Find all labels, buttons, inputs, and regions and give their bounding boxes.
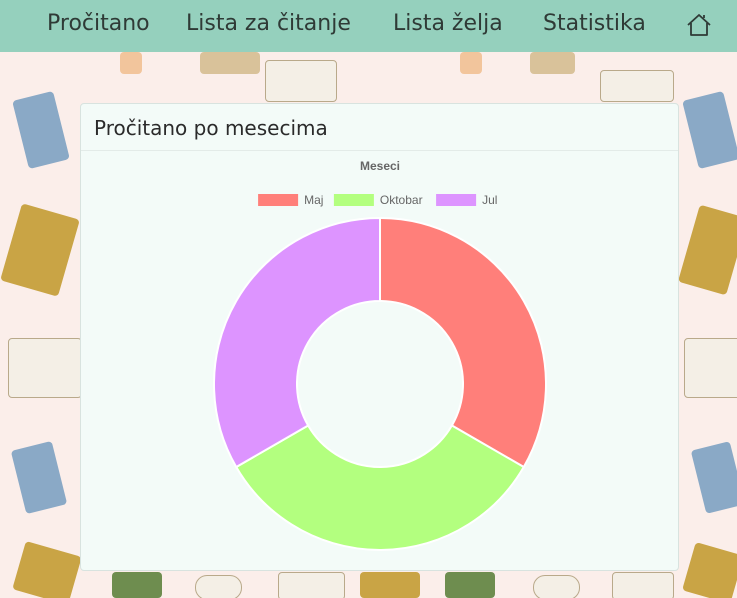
monthly-read-card: Pročitano po mesecima Meseci Maj Oktobar Ju…: [80, 103, 679, 571]
doughnut-slice-maj[interactable]: [379, 216, 547, 469]
legend-label: Oktobar: [380, 193, 423, 207]
doughnut-chart-area: Meseci Maj Oktobar Jul: [81, 151, 678, 570]
legend-item[interactable]: Oktobar: [333, 193, 423, 207]
chart-title: Meseci: [360, 159, 400, 173]
legend-swatch: [333, 194, 374, 206]
doughnut-slice-oktobar[interactable]: [234, 424, 526, 551]
nav-item-statistika[interactable]: Statistika: [543, 11, 646, 36]
nav-item-lista-zelja[interactable]: Lista želja: [393, 11, 503, 36]
doughnut-slice-jul[interactable]: [213, 216, 381, 469]
legend-label: Maj: [304, 193, 323, 207]
doughnut-chart: Meseci Maj Oktobar Jul: [213, 159, 547, 551]
nav-item-procitano[interactable]: Pročitano: [47, 11, 150, 36]
legend-swatch: [258, 194, 299, 206]
card-title: Pročitano po mesecima: [81, 104, 678, 151]
legend-label: Jul: [482, 193, 497, 207]
legend-item[interactable]: Maj: [258, 193, 323, 207]
legend-swatch: [436, 194, 477, 206]
legend-item[interactable]: Jul: [436, 193, 497, 207]
home-icon[interactable]: [686, 12, 712, 38]
nav-item-lista-za-citanje[interactable]: Lista za čitanje: [186, 11, 351, 36]
top-navbar: Pročitano Lista za čitanje Lista želja S…: [0, 0, 737, 52]
